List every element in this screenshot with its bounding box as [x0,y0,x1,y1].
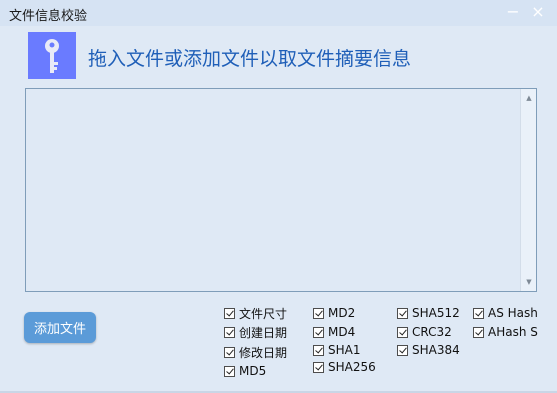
sha256-checkbox[interactable] [313,361,324,373]
as-hash-checkbox[interactable] [473,307,484,319]
option-sha384[interactable]: SHA384 [397,342,460,358]
option-create-date[interactable]: 创建日期 [224,324,287,340]
option-label: SHA256 [328,360,376,374]
option-label: SHA1 [328,343,361,357]
create-date-checkbox[interactable] [224,326,235,338]
option-md2[interactable]: MD2 [313,305,355,321]
close-button[interactable]: × [527,2,549,22]
option-label: 修改日期 [239,345,288,360]
sha1-checkbox[interactable] [313,344,324,356]
option-sha512[interactable]: SHA512 [397,305,460,321]
md5-checkbox[interactable] [224,365,235,377]
add-file-button[interactable]: 添加文件 [24,312,96,343]
page-heading: 拖入文件或添加文件以取文件摘要信息 [88,48,412,70]
option-label: AHash S [488,325,538,339]
option-label: CRC32 [412,325,452,339]
option-label: SHA384 [412,343,460,357]
minimize-button[interactable]: − [502,2,524,22]
modify-date-checkbox[interactable] [224,346,235,358]
key-icon [28,32,76,79]
option-crc32[interactable]: CRC32 [397,324,452,340]
option-as-hash[interactable]: AS Hash [473,305,538,321]
sha384-checkbox[interactable] [397,344,408,356]
option-label: SHA512 [412,306,460,320]
option-label: MD5 [239,364,267,378]
option-modify-date[interactable]: 修改日期 [224,344,287,360]
option-md5[interactable]: MD5 [224,363,266,379]
ahash-s-checkbox[interactable] [473,326,484,338]
option-file-size[interactable]: 文件尺寸 [224,305,287,321]
md4-checkbox[interactable] [313,326,324,338]
option-label: AS Hash [488,306,538,320]
option-sha1[interactable]: SHA1 [313,342,360,358]
sha512-checkbox[interactable] [397,307,408,319]
vertical-scrollbar[interactable]: ▲ ▼ [520,89,536,291]
scroll-down-arrow-icon[interactable]: ▼ [521,275,537,289]
title-bar: 文件信息校验 − × [0,0,557,26]
option-label: 创建日期 [239,325,288,340]
file-size-checkbox[interactable] [224,307,235,319]
option-ahash-s[interactable]: AHash S [473,324,538,340]
option-label: MD4 [328,325,356,339]
file-info-textarea[interactable]: ▲ ▼ [25,88,537,292]
scroll-up-arrow-icon[interactable]: ▲ [521,91,537,105]
option-label: 文件尺寸 [239,306,288,321]
crc32-checkbox[interactable] [397,326,408,338]
option-md4[interactable]: MD4 [313,324,355,340]
window-title: 文件信息校验 [9,9,88,24]
md2-checkbox[interactable] [313,307,324,319]
option-label: MD2 [328,306,356,320]
option-sha256[interactable]: SHA256 [313,359,376,375]
